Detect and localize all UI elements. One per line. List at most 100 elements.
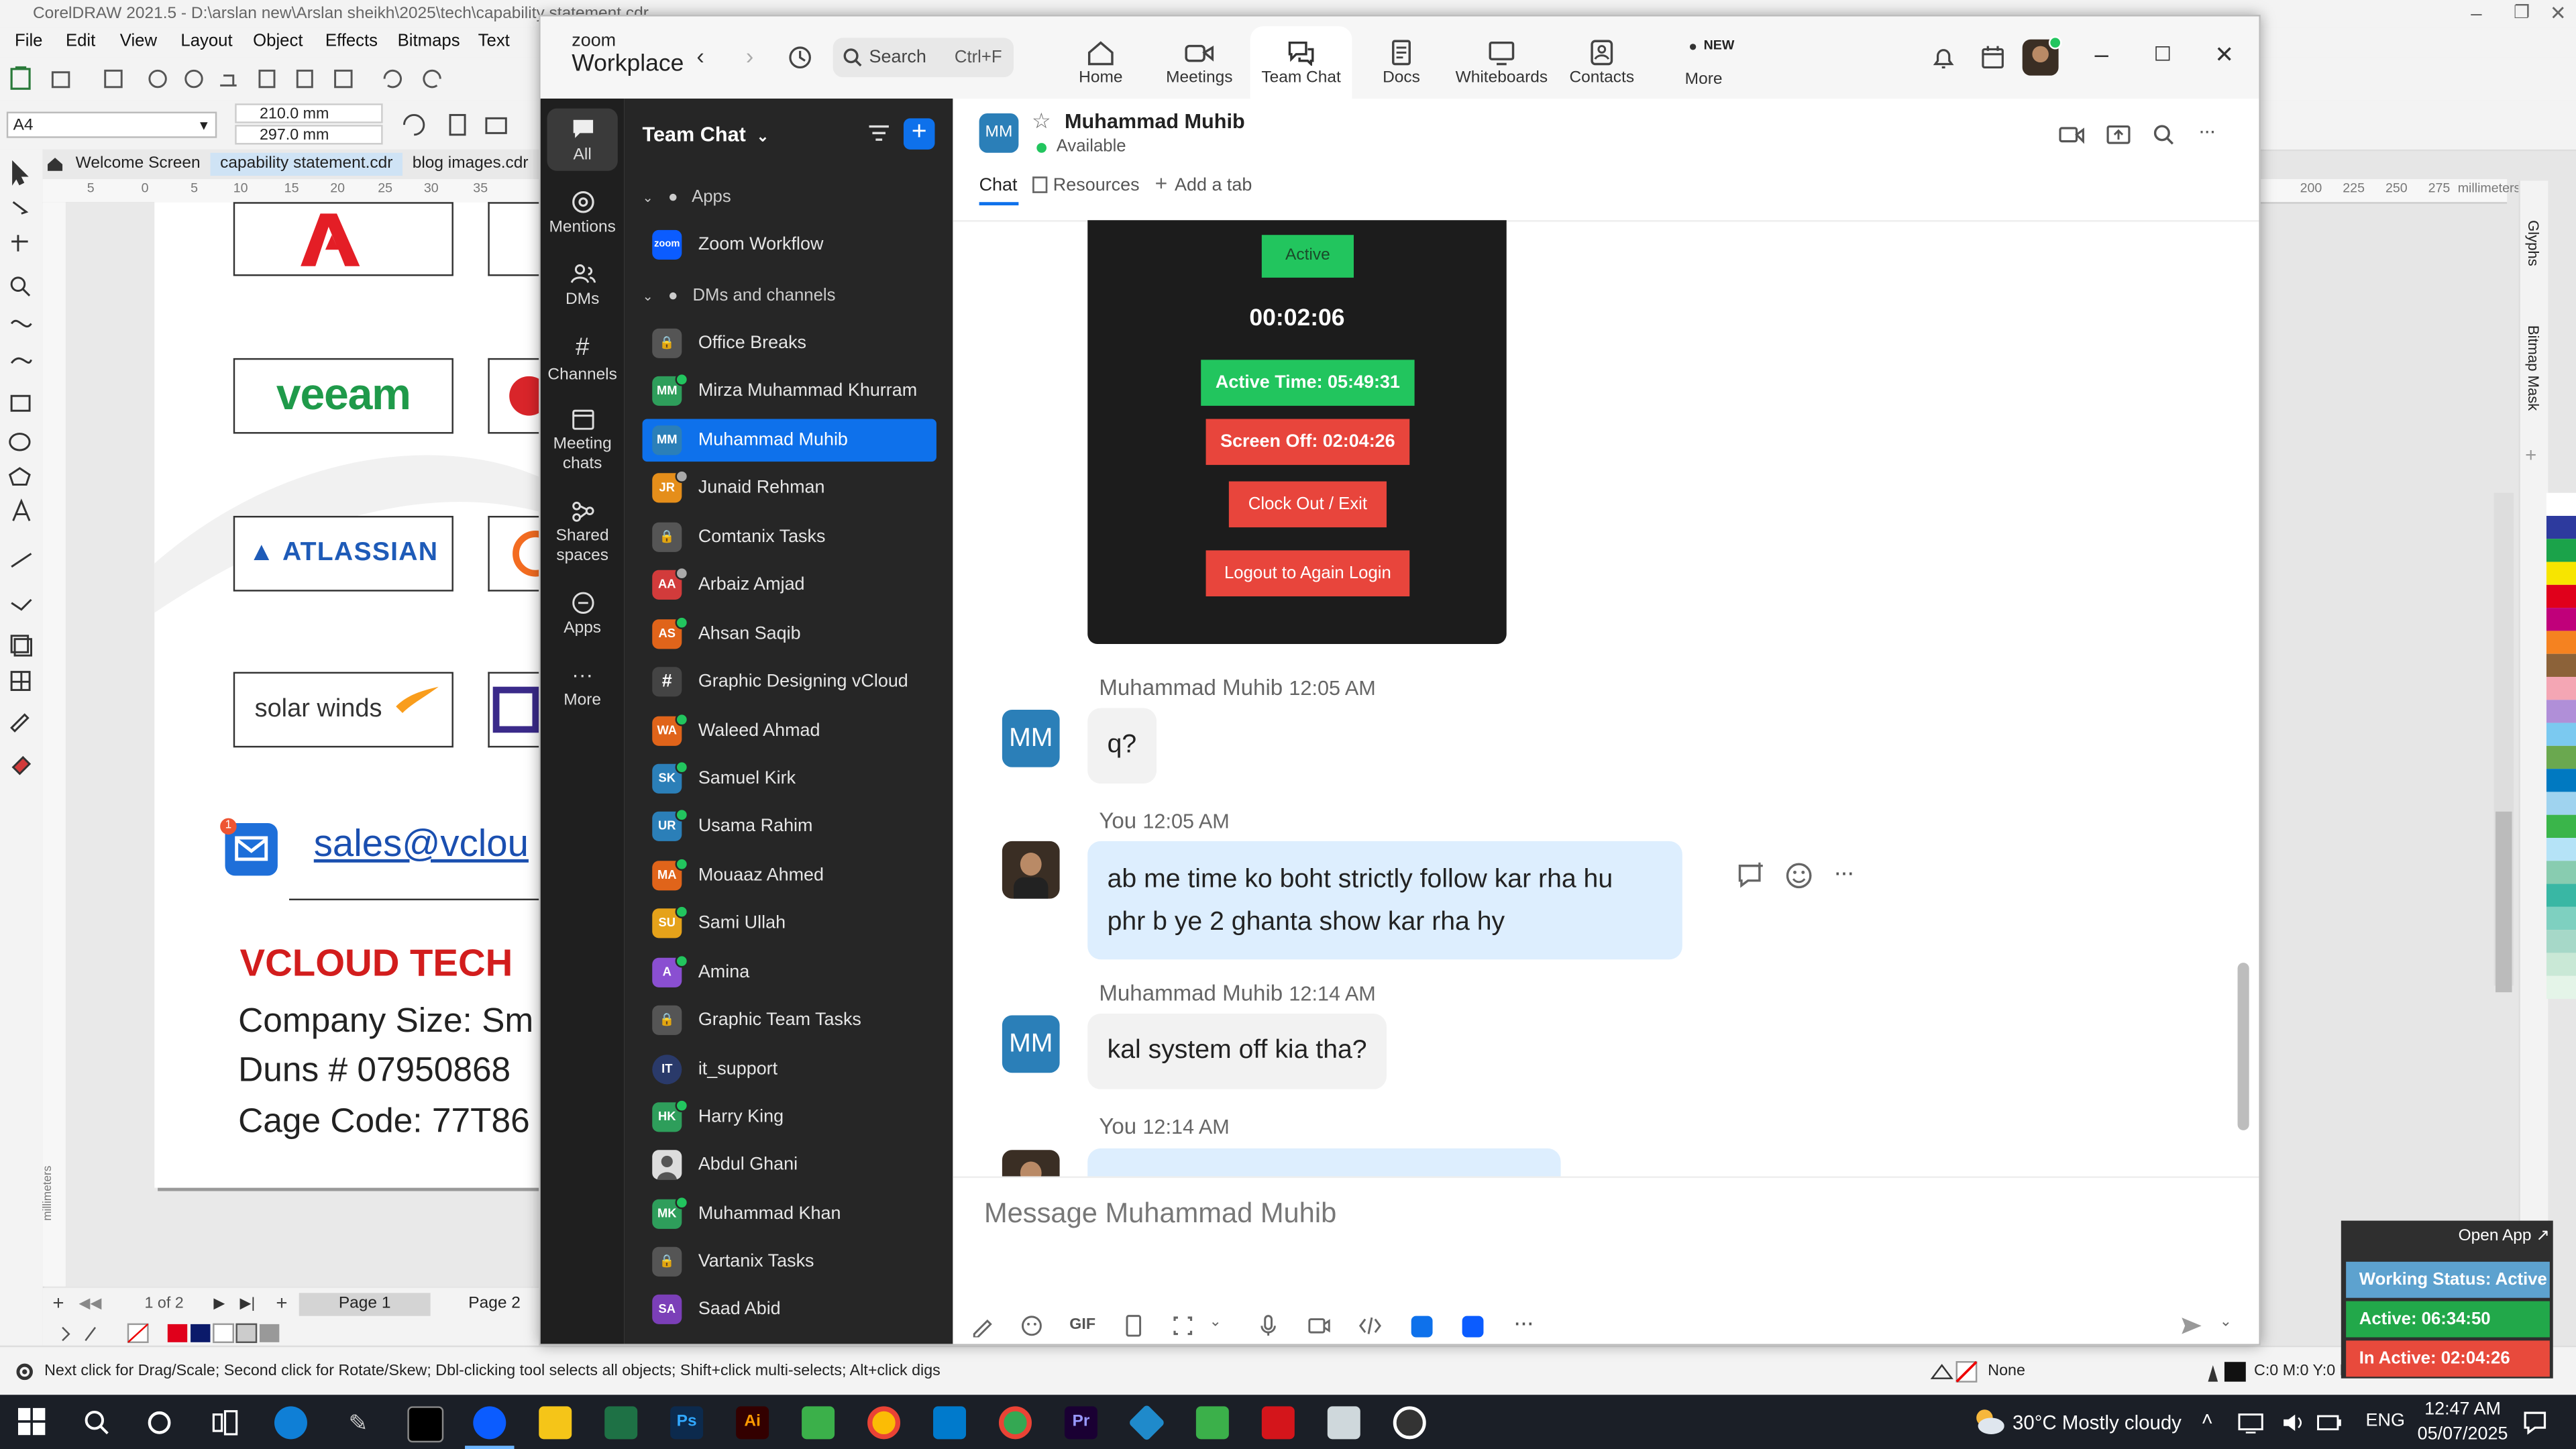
forward-icon[interactable]: ›	[746, 43, 753, 69]
list-item-zoom-workflow[interactable]: zoom Zoom Workflow	[643, 223, 936, 266]
message-bubble[interactable]	[1087, 1148, 1561, 1177]
search-input[interactable]: Search Ctrl+F	[833, 38, 1014, 78]
close-icon[interactable]: ✕	[2550, 0, 2567, 28]
acrobat-icon[interactable]	[1261, 1406, 1295, 1440]
pen-tool-icon[interactable]: ✎	[341, 1406, 374, 1439]
list-item-vartanix-tasks[interactable]: 🔒 Vartanix Tasks	[643, 1240, 936, 1283]
weather-icon[interactable]	[1972, 1406, 2004, 1436]
filter-icon[interactable]	[867, 123, 890, 143]
section-apps-header[interactable]: ⌄ ● Apps	[643, 180, 731, 213]
orientation-icons[interactable]	[401, 112, 533, 138]
page-width-field[interactable]: 210.0 mm	[235, 103, 383, 123]
menu-edit[interactable]: Edit	[66, 32, 95, 51]
emoji-icon[interactable]	[1020, 1314, 1043, 1337]
list-item-abdul-ghani[interactable]: Abdul Ghani	[643, 1144, 936, 1187]
rail-shared-spaces[interactable]: Shared spaces	[541, 499, 625, 566]
tab-blog-images[interactable]: blog images.cdr	[402, 153, 538, 176]
star-icon[interactable]: ☆	[1032, 109, 1051, 135]
open-app-link[interactable]: Open App ↗	[2349, 1227, 2550, 1245]
screen-share-icon[interactable]	[2106, 123, 2133, 146]
rail-meeting-chats[interactable]: Meeting chats	[541, 407, 625, 474]
attach-file-icon[interactable]	[1122, 1314, 1145, 1337]
tab-add-a-tab[interactable]: Add a tab	[1175, 176, 1252, 195]
team-chat-header[interactable]: Team Chat ⌄	[643, 123, 769, 146]
page-size-select[interactable]: A4 ▼	[6, 111, 217, 138]
menu-text[interactable]: Text	[478, 32, 510, 51]
media-player-icon[interactable]	[1393, 1406, 1426, 1440]
video-call-icon[interactable]	[2059, 123, 2085, 146]
search-icon[interactable]	[84, 1409, 110, 1436]
terminal-icon[interactable]	[407, 1406, 444, 1443]
clock-date[interactable]: 05/07/2025	[2415, 1424, 2510, 1444]
app-icon[interactable]	[1128, 1404, 1166, 1442]
add-page-icon[interactable]: +	[52, 1291, 64, 1314]
add-docker-icon[interactable]: +	[2525, 443, 2536, 466]
list-item-graphic-team-tasks[interactable]: 🔒 Graphic Team Tasks	[643, 999, 936, 1042]
contact-avatar[interactable]: MM	[979, 113, 1019, 153]
menu-effects[interactable]: Effects	[325, 32, 378, 51]
drawing-page[interactable]: veeam ▲ ATLASSIAN solar winds 1 sales@vc…	[154, 202, 707, 1188]
list-item-arbaiz-amjad[interactable]: AA Arbaiz Amjad	[643, 564, 936, 606]
excel-icon[interactable]	[604, 1406, 638, 1440]
page-tab-1[interactable]: Page 1	[299, 1293, 431, 1316]
nav-docs[interactable]: Docs	[1350, 16, 1452, 98]
menu-object[interactable]: Object	[253, 32, 303, 51]
list-item-mirza-muhammad-khurram[interactable]: MM Mirza Muhammad Khurram	[643, 370, 936, 413]
menu-layout[interactable]: Layout	[180, 32, 232, 51]
email-link[interactable]: sales@vclou	[314, 822, 529, 866]
code-snippet-icon[interactable]	[1358, 1314, 1381, 1337]
coreldraw-icon[interactable]	[802, 1406, 835, 1440]
weather-text[interactable]: 30°C Mostly cloudy	[2012, 1411, 2182, 1434]
list-item-it-support[interactable]: IT it_support	[643, 1048, 936, 1091]
list-item-usama-rahim[interactable]: UR Usama Rahim	[643, 805, 936, 848]
chrome-icon[interactable]	[867, 1406, 901, 1440]
next-page-icon[interactable]: ▶	[213, 1295, 225, 1313]
nav-home[interactable]: Home	[1050, 16, 1152, 98]
list-item-graphic-designing-vcloud[interactable]: # Graphic Designing vCloud	[643, 660, 936, 703]
toolbox-icons[interactable]	[8, 160, 34, 784]
message-scrollbar[interactable]	[2236, 220, 2249, 1134]
docker-bitmap-mask[interactable]: Bitmap Mask	[2525, 325, 2541, 411]
sender-avatar[interactable]: MM	[1002, 709, 1060, 767]
app-shortcut-icon[interactable]	[1411, 1316, 1433, 1338]
tab-welcome-screen[interactable]: Welcome Screen	[66, 153, 210, 176]
color-palette[interactable]	[2546, 492, 2576, 1347]
tab-capability-statement[interactable]: capability statement.cdr	[210, 152, 403, 176]
rail-all[interactable]: All	[541, 118, 625, 166]
contact-name[interactable]: Muhammad Muhib	[1065, 110, 1245, 133]
fill-none-icon[interactable]	[1929, 1358, 1981, 1385]
rail-apps[interactable]: Apps	[541, 592, 625, 639]
cortana-icon[interactable]	[146, 1409, 172, 1436]
list-item-samuel-kirk[interactable]: SK Samuel Kirk	[643, 757, 936, 800]
list-item-waleed-ahmad[interactable]: WA Waleed Ahmad	[643, 710, 936, 753]
nav-contacts[interactable]: Contacts	[1551, 16, 1653, 98]
page-tab-2[interactable]: Page 2	[437, 1293, 551, 1316]
menu-bitmaps[interactable]: Bitmaps	[398, 32, 460, 51]
file-explorer-icon[interactable]	[539, 1406, 572, 1440]
sender-avatar[interactable]	[1002, 1150, 1060, 1177]
section-dms-header[interactable]: ⌄ ● DMs and channels	[643, 279, 836, 312]
photoshop-icon[interactable]: Ps	[670, 1406, 704, 1440]
docker-glyphs[interactable]: Glyphs	[2525, 220, 2541, 266]
new-chat-button[interactable]: +	[903, 118, 935, 150]
calendar-icon[interactable]	[1980, 44, 2006, 70]
list-item-saad-abid[interactable]: SA Saad Abid	[643, 1288, 936, 1331]
bell-icon[interactable]	[1931, 44, 1957, 70]
outline-pen-icon[interactable]	[2202, 1358, 2251, 1385]
clock-time[interactable]: 12:47 AM	[2422, 1400, 2504, 1419]
chevron-down-icon[interactable]: ⌄	[2220, 1313, 2232, 1331]
illustrator-icon[interactable]: Ai	[736, 1406, 769, 1440]
tab-resources[interactable]: Resources	[1053, 176, 1140, 195]
search-icon[interactable]	[2152, 123, 2175, 146]
nav-team-chat[interactable]: Team Chat	[1250, 26, 1352, 99]
emoji-reaction-icon[interactable]	[1784, 861, 1817, 890]
back-icon[interactable]: ‹	[696, 43, 704, 69]
history-icon[interactable]	[787, 44, 813, 70]
rail-mentions[interactable]: Mentions	[541, 191, 625, 238]
menu-file[interactable]: File	[15, 32, 42, 51]
minimize-icon[interactable]: –	[2471, 0, 2481, 28]
atlassian-logo[interactable]: ▲ ATLASSIAN	[233, 515, 453, 592]
input-language[interactable]: ENG	[2366, 1411, 2405, 1431]
list-item-sami-ullah[interactable]: SU Sami Ullah	[643, 902, 936, 945]
send-icon[interactable]	[2180, 1314, 2203, 1337]
